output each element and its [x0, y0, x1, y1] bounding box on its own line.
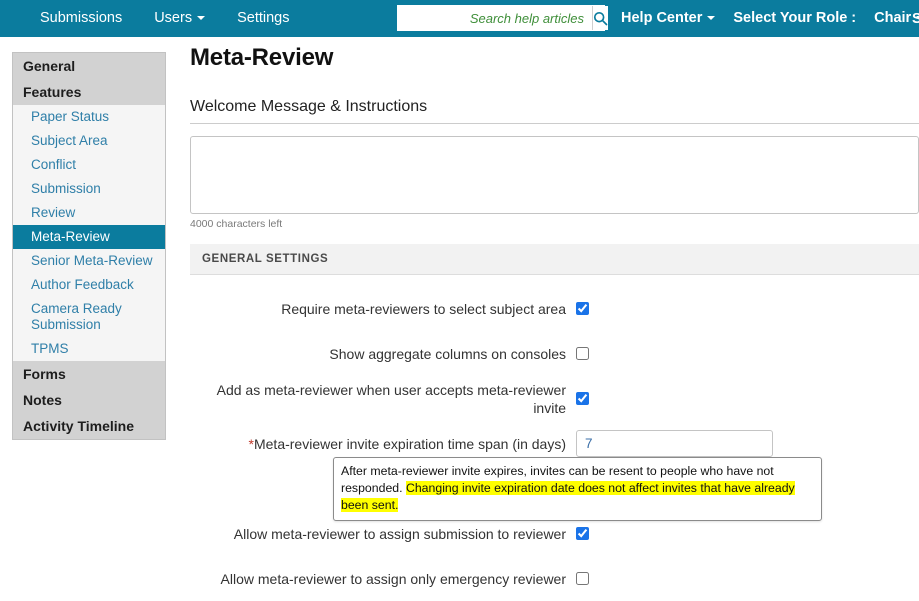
setting-label-text: Meta-reviewer invite expiration time spa… [253, 435, 566, 452]
sidebar-item-senior-meta-review-label: Senior Meta-Review [31, 253, 153, 268]
tooltip-text-highlighted: Changing invite expiration date does not… [341, 481, 795, 512]
sidebar-item-author-feedback-label: Author Feedback [31, 277, 134, 292]
nav-item-users[interactable]: Users [138, 0, 221, 37]
setting-control [576, 347, 589, 360]
welcome-message-label: Welcome Message & Instructions [190, 98, 919, 124]
role-selector-chair-label: Chair [874, 10, 912, 26]
characters-left-counter: 4000 characters left [190, 218, 283, 230]
sidebar-section-activity-timeline-label: Activity Timeline [23, 418, 135, 434]
page-title: Meta-Review [190, 44, 334, 71]
general-settings-section-header: GENERAL SETTINGS [190, 244, 919, 275]
sidebar-item-submission[interactable]: Submission [13, 177, 165, 201]
sidebar-section-forms[interactable]: Forms [13, 361, 165, 387]
setting-label: Allow meta-reviewer to assign submission… [233, 525, 566, 542]
chevron-down-icon [197, 16, 206, 21]
role-selector-chair[interactable]: Chair [865, 0, 919, 37]
select-your-role-label: Select Your Role : [724, 0, 865, 37]
sidebar-section-notes[interactable]: Notes [13, 387, 165, 413]
setting-label: *Meta-reviewer invite expiration time sp… [190, 435, 576, 453]
setting-control [576, 527, 589, 540]
setting-control [576, 572, 589, 585]
chevron-down-icon [707, 16, 716, 21]
sidebar-item-paper-status-label: Paper Status [31, 109, 110, 124]
search-icon [593, 11, 608, 25]
sidebar-item-author-feedback[interactable]: Author Feedback [13, 273, 165, 297]
nav-item-users-label: Users [154, 10, 193, 26]
invite-expiration-tooltip: After meta-reviewer invite expires, invi… [333, 457, 822, 521]
sidebar-item-meta-review-label: Meta-Review [31, 229, 110, 244]
nav-item-help-center[interactable]: Help Center [612, 0, 724, 37]
invite-expiration-days-input[interactable] [576, 430, 773, 457]
sidebar-item-submission-label: Submission [31, 181, 101, 196]
search-input[interactable] [398, 6, 592, 30]
top-navigation-bar: Submissions Users Settings Help Center S… [0, 0, 919, 37]
nav-item-help-center-label: Help Center [621, 10, 703, 26]
settings-form: Require meta-reviewers to select subject… [190, 286, 919, 601]
nav-item-submissions[interactable]: Submissions [24, 0, 138, 37]
sidebar-item-conflict[interactable]: Conflict [13, 153, 165, 177]
nav-item-settings[interactable]: Settings [221, 0, 305, 37]
show-aggregate-columns-checkbox[interactable] [576, 347, 589, 360]
sidebar-section-general-label: General [23, 58, 76, 74]
setting-control [576, 392, 589, 405]
assign-only-emergency-reviewer-checkbox[interactable] [576, 572, 589, 585]
sidebar-item-paper-status[interactable]: Paper Status [13, 105, 165, 129]
settings-sidebar: General Features Paper Status Subject Ar… [12, 52, 166, 440]
user-menu-truncated[interactable]: S [912, 11, 919, 27]
nav-item-settings-label: Settings [237, 10, 290, 26]
help-search-box [397, 5, 608, 31]
setting-row-require-subject-area: Require meta-reviewers to select subject… [190, 286, 919, 331]
setting-row-assign-only-emergency-reviewer: Allow meta-reviewer to assign only emerg… [190, 556, 919, 601]
sidebar-section-activity-timeline[interactable]: Activity Timeline [13, 413, 165, 439]
setting-control [576, 302, 589, 315]
sidebar-section-features[interactable]: Features [13, 79, 165, 105]
welcome-message-textarea[interactable] [190, 136, 919, 214]
select-your-role-text: Select Your Role : [733, 10, 857, 26]
assign-submission-to-reviewer-checkbox[interactable] [576, 527, 589, 540]
setting-label: Allow meta-reviewer to assign only emerg… [220, 570, 566, 587]
main-content: Meta-Review Welcome Message & Instructio… [190, 44, 919, 587]
sidebar-item-conflict-label: Conflict [31, 157, 77, 172]
require-subject-area-checkbox[interactable] [576, 302, 589, 315]
sidebar-item-subject-area-label: Subject Area [31, 133, 108, 148]
setting-label: Add as meta-reviewer when user accepts m… [216, 381, 566, 416]
sidebar-section-features-label: Features [23, 84, 82, 100]
setting-label: Require meta-reviewers to select subject… [281, 300, 566, 317]
setting-label: Show aggregate columns on consoles [329, 345, 566, 362]
top-nav-right-group: Help Center Select Your Role : Chair [612, 0, 919, 37]
setting-control [576, 430, 773, 457]
sidebar-item-tpms[interactable]: TPMS [13, 337, 165, 361]
sidebar-item-review[interactable]: Review [13, 201, 165, 225]
sidebar-item-camera-ready-submission-label: Camera Ready Submission [31, 301, 122, 332]
nav-item-submissions-label: Submissions [40, 10, 123, 26]
search-button[interactable] [592, 6, 608, 30]
sidebar-item-tpms-label: TPMS [31, 341, 69, 356]
sidebar-item-camera-ready-submission[interactable]: Camera Ready Submission [13, 297, 165, 337]
sidebar-section-general[interactable]: General [13, 53, 165, 79]
sidebar-item-senior-meta-review[interactable]: Senior Meta-Review [13, 249, 165, 273]
sidebar-item-review-label: Review [31, 205, 76, 220]
sidebar-item-meta-review[interactable]: Meta-Review [13, 225, 165, 249]
sidebar-item-subject-area[interactable]: Subject Area [13, 129, 165, 153]
sidebar-section-forms-label: Forms [23, 366, 66, 382]
add-as-meta-reviewer-checkbox[interactable] [576, 392, 589, 405]
setting-row-show-aggregate-columns: Show aggregate columns on consoles [190, 331, 919, 376]
sidebar-section-notes-label: Notes [23, 392, 62, 408]
setting-row-add-as-meta-reviewer: Add as meta-reviewer when user accepts m… [190, 376, 919, 421]
